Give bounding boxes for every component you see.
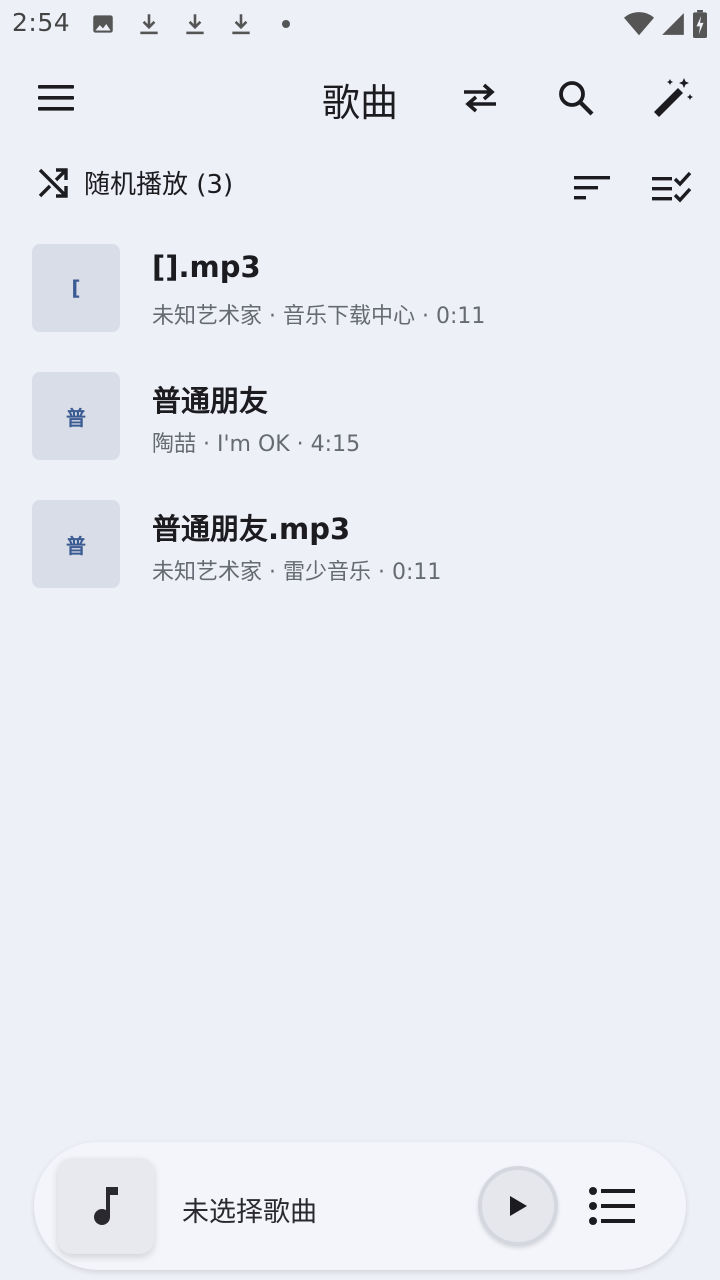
shuffle-label: 随机播放 (3): [84, 170, 234, 200]
image-icon: [93, 15, 113, 33]
swap-button[interactable]: [456, 74, 504, 122]
song-title: [].mp3: [152, 250, 261, 284]
magic-wand-button[interactable]: [648, 74, 696, 122]
player-cover[interactable]: [58, 1158, 154, 1254]
music-note-icon: [94, 1187, 118, 1225]
download-icon: [140, 14, 158, 35]
download-icon: [186, 14, 204, 35]
list-toolbar: 随机播放 (3): [0, 158, 720, 214]
screen: 2:54 歌曲 随机播放 (3) [[].mp3 未知艺术家 · 音乐下载中心…: [0, 0, 720, 1280]
search-button[interactable]: [552, 74, 600, 122]
song-title: 普通朋友.mp3: [152, 512, 351, 546]
shuffle-play-button[interactable]: 随机播放 (3): [36, 164, 233, 201]
player-title: 未选择歌曲: [182, 1197, 317, 1228]
page-title: 歌曲: [321, 81, 398, 125]
search-icon: [559, 81, 594, 116]
list-item[interactable]: 普 普通朋友.mp3 未知艺术家 · 雷少音乐 · 0:11: [0, 484, 720, 612]
album-thumbnail: 普: [32, 500, 120, 588]
mini-player[interactable]: 未选择歌曲: [34, 1142, 686, 1270]
song-subtitle: 未知艺术家 · 音乐下载中心 · 0:11: [152, 304, 486, 329]
album-thumbnail: [: [32, 244, 120, 332]
status-time: 2:54: [12, 8, 71, 37]
menu-button[interactable]: [32, 74, 80, 122]
song-subtitle: 陶喆 · I'm OK · 4:15: [152, 432, 361, 457]
notification-icons: [90, 10, 290, 38]
wifi-icon: [624, 12, 654, 36]
menu-icon: [38, 85, 74, 111]
magic-wand-icon: [654, 78, 693, 117]
album-thumbnail: 普: [32, 372, 120, 460]
queue-icon: [589, 1187, 635, 1225]
play-button[interactable]: [478, 1166, 558, 1246]
song-list: [ [].mp3 未知艺术家 · 音乐下载中心 · 0:11 普 普通朋友 陶喆…: [0, 228, 720, 612]
status-bar: 2:54: [0, 0, 720, 48]
shuffle-icon: [38, 167, 68, 198]
system-icons: [624, 10, 708, 38]
sort-button[interactable]: [568, 164, 616, 212]
play-icon: [510, 1196, 527, 1216]
list-item[interactable]: 普 普通朋友 陶喆 · I'm OK · 4:15: [0, 356, 720, 484]
multi-select-button[interactable]: [648, 164, 696, 212]
list-item[interactable]: [ [].mp3 未知艺术家 · 音乐下载中心 · 0:11: [0, 228, 720, 356]
app-bar: 歌曲: [0, 56, 720, 140]
sort-icon: [574, 176, 610, 200]
download-icon: [232, 14, 250, 35]
song-title: 普通朋友: [152, 384, 269, 418]
checklist-icon: [652, 171, 692, 203]
swap-icon: [464, 83, 496, 113]
song-subtitle: 未知艺术家 · 雷少音乐 · 0:11: [152, 560, 442, 585]
dot-icon: [282, 20, 290, 28]
battery-charging-icon: [693, 10, 707, 38]
queue-button[interactable]: [586, 1182, 638, 1230]
signal-icon: [662, 13, 684, 35]
